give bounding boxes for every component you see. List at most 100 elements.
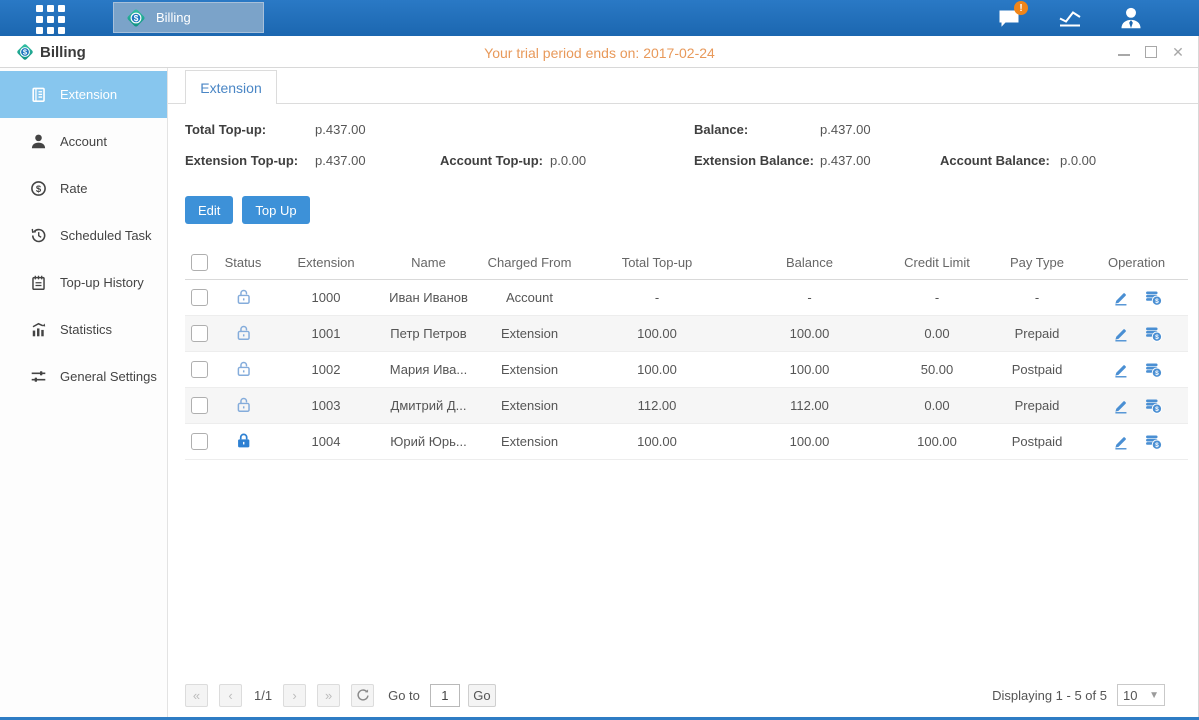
table-body: 1000Иван ИвановAccount----$1001Петр Петр… [185,280,1188,460]
sidebar-item-label: Statistics [60,322,112,337]
notification-badge: ! [1014,1,1028,15]
apps-grid-icon[interactable] [36,5,70,31]
sidebar-item-account[interactable]: Account [0,118,167,165]
bar-chart-icon [29,321,47,339]
credit-limit-cell: 100.00 [887,434,987,449]
charged-from-cell: Account [477,290,582,305]
prev-page-button[interactable]: ‹ [219,684,242,707]
total-topup-cell: 100.00 [582,434,732,449]
tab-extension[interactable]: Extension [185,70,277,104]
topup-icon[interactable]: $ [1145,289,1162,306]
refresh-icon[interactable] [351,684,374,707]
pay-type-cell: Postpaid [987,434,1087,449]
topup-icon[interactable]: $ [1145,325,1162,342]
page-indicator: 1/1 [254,688,272,703]
sidebar-item-rate[interactable]: $Rate [0,165,167,212]
monitor-chart-icon[interactable] [1055,3,1085,33]
total-topup-label: Total Top-up: [185,122,266,137]
extension-topup-label: Extension Top-up: [185,153,298,168]
minimize-button[interactable] [1117,45,1131,59]
go-button[interactable]: Go [468,684,496,707]
edit-icon[interactable] [1112,433,1129,450]
column-header: Credit Limit [887,255,987,270]
name-cell: Юрий Юрь... [380,434,477,449]
row-checkbox[interactable] [191,289,208,306]
sidebar-item-general-settings[interactable]: General Settings [0,353,167,400]
lock-open-icon [235,360,252,377]
topup-icon[interactable]: $ [1145,397,1162,414]
row-checkbox[interactable] [191,433,208,450]
select-all-checkbox[interactable] [191,254,208,271]
sidebar-item-label: Scheduled Task [60,228,152,243]
notepad-icon [29,274,47,292]
row-checkbox[interactable] [191,397,208,414]
user-icon[interactable] [1116,3,1146,33]
topup-icon[interactable]: $ [1145,433,1162,450]
table-row: 1001Петр ПетровExtension100.00100.000.00… [185,316,1188,352]
billing-app-icon: $ [125,7,147,29]
messages-icon[interactable]: ! [994,3,1024,33]
sidebar-item-scheduled-task[interactable]: Scheduled Task [0,212,167,259]
page-size-select[interactable]: 10 ▼ [1117,684,1165,706]
svg-text:$: $ [1155,442,1159,449]
close-button[interactable]: ✕ [1171,45,1185,59]
topbar-tab-billing[interactable]: $ Billing [113,2,264,33]
lock-open-icon [235,324,252,341]
svg-text:$: $ [35,184,41,195]
extensions-table: StatusExtensionNameCharged FromTotal Top… [185,246,1188,460]
edit-icon[interactable] [1112,325,1129,342]
person-icon [29,133,47,151]
credit-limit-cell: - [887,290,987,305]
displaying-status: Displaying 1 - 5 of 5 [992,688,1107,703]
total-topup-cell: - [582,290,732,305]
name-cell: Иван Иванов [380,290,477,305]
total-topup-cell: 112.00 [582,398,732,413]
row-checkbox[interactable] [191,361,208,378]
column-header: Pay Type [987,255,1087,270]
history-clock-icon [29,227,47,245]
sidebar-item-label: General Settings [60,369,157,384]
maximize-button[interactable] [1144,45,1158,59]
extension-balance-value: p.437.00 [820,153,871,168]
balance-label: Balance: [694,122,748,137]
sidebar-item-label: Account [60,134,107,149]
goto-label: Go to [388,688,420,703]
balance-cell: 100.00 [732,434,887,449]
total-topup-cell: 100.00 [582,362,732,377]
tab-bar: Extension [168,68,1199,104]
credit-limit-cell: 50.00 [887,362,987,377]
sidebar-item-topup-history[interactable]: Top-up History [0,259,167,306]
sliders-icon [29,368,47,386]
titlebar: $ Billing Your trial period ends on: 201… [0,36,1199,68]
edit-button[interactable]: Edit [185,196,233,224]
goto-page-input[interactable] [430,684,460,707]
edit-icon[interactable] [1112,361,1129,378]
sidebar-item-label: Extension [60,87,117,102]
svg-text:$: $ [1155,298,1159,305]
balance-cell: - [732,290,887,305]
row-checkbox[interactable] [191,325,208,342]
edit-icon[interactable] [1112,289,1129,306]
last-page-button[interactable]: » [317,684,340,707]
sidebar-item-statistics[interactable]: Statistics [0,306,167,353]
balance-summary: Total Top-up: p.437.00 Balance: p.437.00… [185,122,1199,184]
column-header: Status [214,255,272,270]
balance-cell: 100.00 [732,326,887,341]
table-row: 1003Дмитрий Д...Extension112.00112.000.0… [185,388,1188,424]
first-page-button[interactable]: « [185,684,208,707]
extension-cell: 1004 [272,434,380,449]
edit-icon[interactable] [1112,397,1129,414]
topup-icon[interactable]: $ [1145,361,1162,378]
name-cell: Мария Ива... [380,362,477,377]
top-up-button[interactable]: Top Up [242,196,309,224]
next-page-button[interactable]: › [283,684,306,707]
credit-limit-cell: 0.00 [887,326,987,341]
svg-text:$: $ [1155,334,1159,341]
pagination-bar: « ‹ 1/1 › » Go to Go Displaying 1 - 5 of… [185,683,1165,707]
table-row: 1004Юрий Юрь...Extension100.00100.00100.… [185,424,1188,460]
charged-from-cell: Extension [477,326,582,341]
svg-text:$: $ [134,13,139,22]
sidebar-item-extension[interactable]: Extension [0,71,167,118]
extension-cell: 1003 [272,398,380,413]
balance-cell: 100.00 [732,362,887,377]
